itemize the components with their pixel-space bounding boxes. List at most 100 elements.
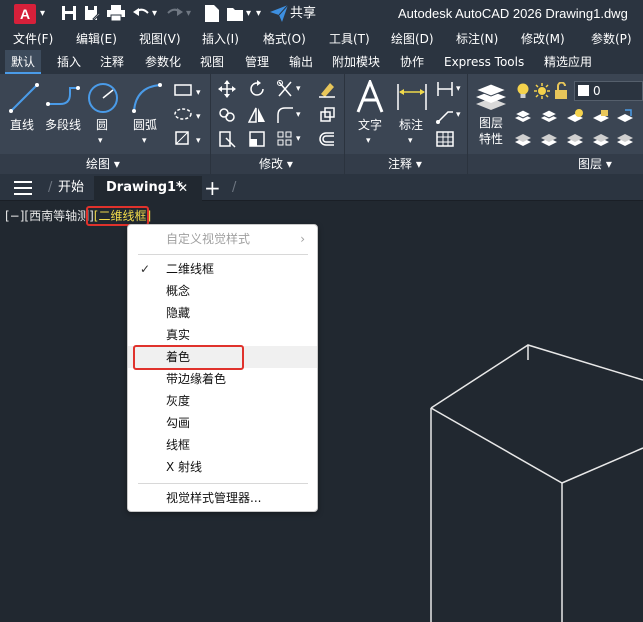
text-tool-label[interactable]: 文字 — [358, 118, 382, 133]
annotation-panel-title[interactable]: 注释 ▾ — [388, 156, 422, 172]
menu-edit[interactable]: 编辑(E) — [76, 30, 117, 48]
ribbon-tab-output[interactable]: 输出 — [283, 50, 319, 74]
undo-icon[interactable] — [133, 6, 149, 20]
boundary-tool-icon[interactable] — [172, 130, 196, 146]
ribbon-tab-annotate[interactable]: 注释 — [94, 50, 130, 74]
line-tool-icon[interactable] — [8, 82, 40, 114]
menu-item-shades-of-gray[interactable]: 灰度 — [128, 390, 317, 412]
layer-tool-3-icon[interactable] — [566, 108, 584, 124]
customize-qat-icon[interactable]: ▾ — [256, 5, 261, 23]
menu-format[interactable]: 格式(O) — [263, 30, 306, 48]
polyline-tool-label[interactable]: 多段线 — [45, 118, 81, 133]
boundary-dropdown-icon[interactable]: ▾ — [196, 134, 201, 149]
array-dropdown-icon[interactable]: ▾ — [296, 132, 301, 147]
erase-tool-icon[interactable] — [318, 80, 336, 98]
layer-properties-icon[interactable] — [474, 82, 508, 112]
layer-tool-6-icon[interactable] — [514, 132, 532, 148]
ribbon-tab-manage[interactable]: 管理 — [239, 50, 275, 74]
scale-tool-icon[interactable] — [248, 130, 266, 148]
close-tab-icon[interactable]: ✕ — [178, 178, 188, 198]
rectangle-tool-icon[interactable] — [172, 82, 196, 98]
leader-icon[interactable] — [436, 106, 454, 124]
menu-item-visual-styles-manager[interactable]: 视觉样式管理器... — [128, 487, 317, 509]
tab-drawing1-label[interactable]: Drawing1* — [106, 178, 183, 198]
linear-dim-dropdown-icon[interactable]: ▾ — [456, 82, 461, 97]
save-icon[interactable] — [61, 5, 77, 21]
menu-item-realistic[interactable]: 真实 — [128, 324, 317, 346]
save-as-icon[interactable] — [84, 5, 100, 21]
new-tab-plus-icon[interactable]: + — [204, 178, 221, 198]
circle-dropdown-icon[interactable]: ▾ — [98, 134, 103, 149]
offset-tool-icon[interactable] — [318, 130, 336, 148]
dimension-tool-icon[interactable] — [396, 82, 428, 112]
hatch-tool-icon[interactable] — [172, 106, 196, 122]
layer-tool-5-icon[interactable] — [616, 108, 634, 124]
dimension-tool-label[interactable]: 标注 — [399, 118, 423, 133]
hatch-dropdown-icon[interactable]: ▾ — [196, 110, 201, 125]
arc-dropdown-icon[interactable]: ▾ — [142, 134, 147, 149]
layer-freeze-sun-icon[interactable] — [534, 82, 550, 100]
ribbon-tab-view[interactable]: 视图 — [194, 50, 230, 74]
menu-view[interactable]: 视图(V) — [139, 30, 181, 48]
circle-tool-icon[interactable] — [87, 82, 119, 114]
move-tool-icon[interactable] — [218, 80, 236, 98]
ribbon-tab-home[interactable]: 默认 — [5, 50, 42, 74]
explode-tool-icon[interactable] — [318, 106, 336, 124]
stretch-tool-icon[interactable] — [218, 130, 236, 148]
viewport-view-control[interactable]: [−][西南等轴测] — [5, 209, 94, 223]
text-tool-icon[interactable] — [356, 80, 384, 114]
trim-tool-icon[interactable] — [276, 80, 294, 98]
menu-item-shaded-with-edges[interactable]: 带边缘着色 — [128, 368, 317, 390]
menu-tools[interactable]: 工具(T) — [329, 30, 370, 48]
ribbon-tab-featured-apps[interactable]: 精选应用 — [538, 50, 598, 74]
menu-draw[interactable]: 绘图(D) — [391, 30, 434, 48]
share-button[interactable]: 共享 — [290, 5, 316, 23]
open-dropdown-icon[interactable]: ▾ — [246, 5, 251, 23]
modify-panel-title[interactable]: 修改 ▾ — [259, 156, 293, 172]
leader-dropdown-icon[interactable]: ▾ — [456, 108, 461, 123]
redo-dropdown-icon[interactable]: ▾ — [186, 5, 191, 23]
rectangle-dropdown-icon[interactable]: ▾ — [196, 86, 201, 101]
layer-properties-label-1[interactable]: 图层 — [479, 116, 503, 131]
trim-dropdown-icon[interactable]: ▾ — [296, 82, 301, 97]
menu-item-conceptual[interactable]: 概念 — [128, 280, 317, 302]
draw-panel-title[interactable]: 绘图 ▾ — [86, 156, 120, 172]
menu-item-wireframe[interactable]: 线框 — [128, 434, 317, 456]
layers-panel-title[interactable]: 图层 ▾ — [578, 156, 612, 172]
app-menu-chevron-icon[interactable]: ▾ — [40, 5, 45, 23]
current-layer-dropdown[interactable]: 0 — [574, 81, 643, 101]
new-file-icon[interactable] — [205, 5, 219, 22]
fillet-dropdown-icon[interactable]: ▾ — [296, 108, 301, 123]
polyline-tool-icon[interactable] — [46, 84, 80, 114]
autocad-logo[interactable]: A — [14, 4, 36, 24]
rotate-tool-icon[interactable] — [248, 80, 266, 98]
plot-icon[interactable] — [107, 5, 125, 21]
menu-item-sketchy[interactable]: 勾画 — [128, 412, 317, 434]
arc-tool-label[interactable]: 圆弧 — [133, 118, 157, 133]
layer-tool-8-icon[interactable] — [566, 132, 584, 148]
ribbon-tab-insert[interactable]: 插入 — [51, 50, 87, 74]
menu-file[interactable]: 文件(F) — [13, 30, 53, 48]
undo-dropdown-icon[interactable]: ▾ — [152, 5, 157, 23]
layer-tool-9-icon[interactable] — [592, 132, 610, 148]
open-folder-icon[interactable] — [227, 6, 245, 21]
menu-parametric[interactable]: 参数(P) — [591, 30, 632, 48]
share-send-icon[interactable] — [270, 5, 288, 22]
linear-dim-icon[interactable] — [436, 80, 454, 98]
redo-icon[interactable] — [167, 6, 183, 20]
fillet-tool-icon[interactable] — [276, 106, 294, 124]
line-tool-label[interactable]: 直线 — [10, 118, 34, 133]
table-icon[interactable] — [436, 130, 454, 148]
copy-tool-icon[interactable] — [218, 106, 236, 124]
layer-properties-label-2[interactable]: 特性 — [479, 132, 503, 147]
layer-tool-4-icon[interactable] — [592, 108, 610, 124]
ribbon-tab-express-tools[interactable]: Express Tools — [438, 50, 530, 74]
layer-unlock-icon[interactable] — [554, 82, 568, 100]
menu-item-2d-wireframe[interactable]: ✓ 二维线框 — [128, 258, 317, 280]
arc-tool-icon[interactable] — [131, 82, 163, 114]
text-dropdown-icon[interactable]: ▾ — [366, 134, 371, 149]
layer-tool-1-icon[interactable] — [514, 108, 532, 124]
ribbon-tab-collaborate[interactable]: 协作 — [394, 50, 430, 74]
menu-modify[interactable]: 修改(M) — [521, 30, 565, 48]
layer-tool-2-icon[interactable] — [540, 108, 558, 124]
